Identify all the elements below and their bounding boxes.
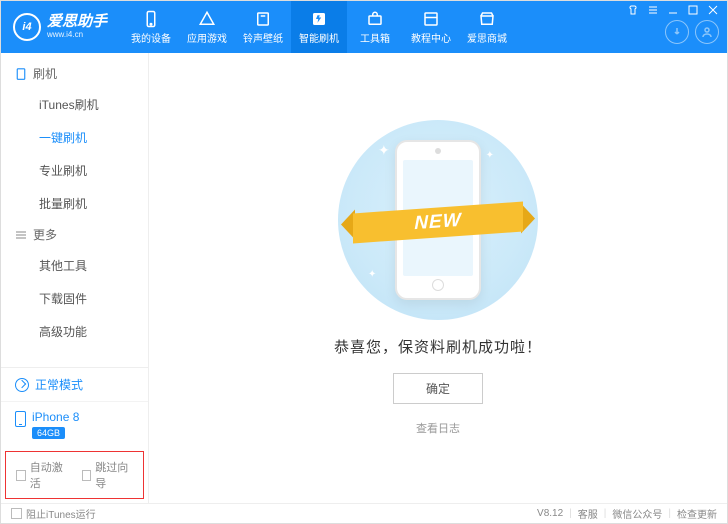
mode-label: 正常模式: [35, 376, 83, 393]
section-title: 刷机: [33, 65, 57, 82]
top-nav: 我的设备 应用游戏 铃声壁纸 智能刷机 工具箱 教程中心 爱思商城: [123, 1, 515, 53]
download-button[interactable]: [665, 20, 689, 44]
sidebar-item-advanced[interactable]: 高级功能: [1, 315, 148, 348]
success-illustration: ✦ ✦ ✦ NEW: [338, 120, 538, 320]
sidebar-item-download-firmware[interactable]: 下载固件: [1, 282, 148, 315]
nav-apps[interactable]: 应用游戏: [179, 1, 235, 53]
ribbon-text: NEW: [353, 202, 523, 244]
device-mode[interactable]: 正常模式: [1, 368, 148, 401]
sidebar-item-other-tools[interactable]: 其他工具: [1, 249, 148, 282]
sparkle-icon: ✦: [368, 269, 376, 280]
skin-icon[interactable]: [626, 4, 640, 16]
book-icon: [422, 10, 440, 28]
ok-button[interactable]: 确定: [393, 373, 483, 404]
minimize-icon[interactable]: [666, 4, 680, 16]
new-ribbon: NEW: [353, 198, 523, 248]
nav-flash[interactable]: 智能刷机: [291, 1, 347, 53]
sparkle-icon: ✦: [486, 150, 494, 161]
nav-label: 智能刷机: [299, 30, 339, 45]
device-name: iPhone 8: [32, 410, 79, 424]
nav-label: 教程中心: [411, 30, 451, 45]
toolbox-icon: [366, 10, 384, 28]
device-row[interactable]: iPhone 8 64GB: [1, 401, 148, 447]
flash-icon: [310, 10, 328, 28]
check-update-link[interactable]: 检查更新: [677, 506, 717, 521]
app-header: i4 爱思助手 www.i4.cn 我的设备 应用游戏 铃声壁纸 智能刷机 工具…: [1, 1, 727, 53]
logo-icon: i4: [13, 13, 41, 41]
skip-guide-checkbox[interactable]: 跳过向导: [82, 459, 134, 491]
nav-label: 爱思商城: [467, 30, 507, 45]
sidebar-section-flash: 刷机: [1, 59, 148, 88]
nav-label: 我的设备: [131, 30, 171, 45]
status-bar: 阻止iTunes运行 V8.12 | 客服 | 微信公众号 | 检查更新: [1, 503, 727, 523]
block-itunes-checkbox[interactable]: 阻止iTunes运行: [11, 506, 96, 521]
nav-label: 铃声壁纸: [243, 30, 283, 45]
phone-icon: [142, 10, 160, 28]
sparkle-icon: ✦: [378, 142, 390, 159]
sidebar-item-oneclick-flash[interactable]: 一键刷机: [1, 121, 148, 154]
version-label: V8.12: [537, 508, 563, 519]
sidebar-item-pro-flash[interactable]: 专业刷机: [1, 154, 148, 187]
device-storage-badge: 64GB: [32, 427, 65, 439]
close-icon[interactable]: [706, 4, 720, 16]
sidebar-item-batch-flash[interactable]: 批量刷机: [1, 187, 148, 220]
success-message: 恭喜您，保资料刷机成功啦！: [334, 336, 542, 357]
menu-icon[interactable]: [646, 4, 660, 16]
section-title: 更多: [33, 226, 57, 243]
wechat-link[interactable]: 微信公众号: [612, 506, 662, 521]
checkbox-label: 跳过向导: [95, 459, 133, 491]
music-icon: [254, 10, 272, 28]
store-icon: [478, 10, 496, 28]
view-log-link[interactable]: 查看日志: [416, 420, 460, 436]
main-content: ✦ ✦ ✦ NEW 恭喜您，保资料刷机成功啦！ 确定 查看日志: [149, 53, 727, 503]
refresh-icon: [15, 378, 29, 392]
nav-label: 应用游戏: [187, 30, 227, 45]
checkbox-label: 阻止iTunes运行: [26, 506, 96, 521]
logo: i4 爱思助手 www.i4.cn: [1, 13, 119, 41]
maximize-icon[interactable]: [686, 4, 700, 16]
checkbox-label: 自动激活: [30, 459, 68, 491]
sidebar-section-more: 更多: [1, 220, 148, 249]
nav-my-device[interactable]: 我的设备: [123, 1, 179, 53]
nav-ringtones[interactable]: 铃声壁纸: [235, 1, 291, 53]
support-link[interactable]: 客服: [578, 506, 598, 521]
nav-tutorials[interactable]: 教程中心: [403, 1, 459, 53]
sidebar: 刷机 iTunes刷机 一键刷机 专业刷机 批量刷机 更多 其他工具 下载固件 …: [1, 53, 149, 503]
phone-outline-icon: [15, 68, 27, 80]
menu-lines-icon: [15, 229, 27, 241]
brand-name: 爱思助手: [47, 14, 107, 31]
nav-store[interactable]: 爱思商城: [459, 1, 515, 53]
apps-icon: [198, 10, 216, 28]
nav-label: 工具箱: [360, 30, 390, 45]
nav-toolbox[interactable]: 工具箱: [347, 1, 403, 53]
device-phone-icon: [15, 411, 26, 427]
user-button[interactable]: [695, 20, 719, 44]
brand-url: www.i4.cn: [47, 31, 107, 40]
flash-options-highlighted: 自动激活 跳过向导: [5, 451, 144, 499]
auto-activate-checkbox[interactable]: 自动激活: [16, 459, 68, 491]
sidebar-item-itunes-flash[interactable]: iTunes刷机: [1, 88, 148, 121]
